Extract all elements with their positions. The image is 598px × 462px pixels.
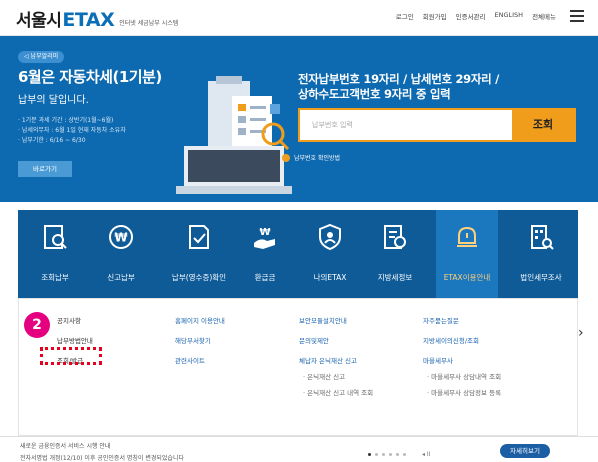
- main-nav: 조회납부 ₩ 신고납부 납부(영수증)확인 ₩ 환급금 나의ETAX 지방세정보…: [18, 210, 578, 298]
- submenu-payment-guide[interactable]: 납부방법안내: [57, 335, 93, 345]
- nav-item-etax-guide[interactable]: ETAX이용안내: [436, 210, 498, 298]
- submenu-advisor-history[interactable]: · 마을세무사 상담내역 조회: [427, 371, 501, 381]
- step-badge: 2: [24, 312, 50, 338]
- notice-badge: ◁ 납부알리미: [18, 51, 65, 63]
- certificate-link[interactable]: 인증서관리: [456, 11, 486, 21]
- submenu-village-tax-advisor[interactable]: 마을세무사: [423, 355, 453, 365]
- receipt-check-icon: [189, 225, 209, 249]
- nav-item-receipt-check[interactable]: 납부(영수증)확인: [168, 210, 230, 298]
- nav-label: 지방세정보: [377, 273, 413, 282]
- nav-item-report-payment[interactable]: ₩ 신고납부: [90, 210, 152, 298]
- nav-item-refund[interactable]: ₩ 환급금: [234, 210, 296, 298]
- hero-subtitle: 납부의 달입니다.: [18, 95, 89, 106]
- nav-item-local-tax-info[interactable]: 지방세정보: [364, 210, 426, 298]
- hero-info-period: · 1기분 과세 기간 : 상반기(1월~6월): [18, 117, 114, 124]
- hero-info-deadline: · 납부기한 : 6/16 ~ 6/30: [18, 137, 86, 144]
- submenu-security-module[interactable]: 보안모듈설치안내: [299, 315, 347, 325]
- question-icon: [282, 153, 290, 162]
- search-document-icon: [44, 225, 67, 249]
- go-button[interactable]: 바로가기: [18, 161, 72, 177]
- submenu-find-department[interactable]: 해당부서찾기: [175, 335, 211, 345]
- payment-heading-line2: 상하수도고객번호 9자리 중 입력: [298, 87, 451, 101]
- submenu-hidden-asset-history[interactable]: · 은닉재산 신고 내역 조회: [303, 387, 373, 397]
- payment-heading: 전자납부번호 19자리 / 납세번호 29자리 / 상하수도고객번호 9자리 중…: [298, 72, 499, 102]
- submenu-hidden-asset-report[interactable]: 체납자 은닉재산 신고: [299, 355, 357, 365]
- submenu-hidden-asset-file[interactable]: · 은닉재산 신고: [303, 371, 345, 381]
- nav-label: 조회납부: [41, 273, 69, 282]
- submenu-homepage-guide[interactable]: 홈페이지 이용안내: [175, 315, 225, 325]
- next-arrow-icon[interactable]: ›: [578, 325, 584, 341]
- megaphone-icon: ◁: [24, 53, 29, 60]
- hero-banner: ◁ 납부알리미 6월은 자동차세(1기분) 납부의 달입니다. · 1기분 과세…: [0, 36, 598, 202]
- won-coin-icon: ₩: [109, 225, 133, 249]
- payment-search-button[interactable]: 조회: [512, 110, 574, 140]
- nav-label: ETAX이용안내: [443, 273, 491, 282]
- etax-guide-submenu: 공지사항 납부방법안내 조회/발급 홈페이지 이용안내 해당부서찾기 관련사이트…: [18, 298, 578, 436]
- payment-search-box: 납부번호 입력 조회: [298, 108, 576, 142]
- submenu-faq[interactable]: 자주묻는질문: [423, 315, 459, 325]
- english-link[interactable]: ENGLISH: [495, 11, 524, 21]
- submenu-related-sites[interactable]: 관련사이트: [175, 355, 205, 365]
- nav-label: 법인세무조사: [520, 273, 562, 282]
- building-search-icon: [531, 225, 554, 250]
- signup-link[interactable]: 회원가입: [423, 11, 447, 21]
- logo-main-text: 서울시: [16, 11, 62, 31]
- nav-label: 신고납부: [107, 273, 135, 282]
- nav-item-lookup-payment[interactable]: 조회납부: [24, 210, 86, 298]
- laptop-tax-illustration-icon: [176, 76, 292, 194]
- submenu-objection[interactable]: 지방세이의신청/조회: [423, 335, 479, 345]
- logo-etax-text: ETAX: [62, 9, 115, 31]
- nav-label: 납부(영수증)확인: [171, 273, 227, 282]
- slide-pager-icon[interactable]: ◂ II: [422, 451, 430, 458]
- site-logo[interactable]: 서울시 ETAX 인터넷 세금납부 시스템: [16, 6, 178, 31]
- payment-heading-line1: 전자납부번호 19자리 / 납세번호 29자리 /: [298, 72, 500, 86]
- slide-dots[interactable]: [368, 453, 406, 456]
- logo-subtitle: 인터넷 세금납부 시스템: [119, 20, 179, 27]
- nav-item-my-etax[interactable]: 나의ETAX: [299, 210, 361, 298]
- nav-label: 나의ETAX: [313, 273, 347, 282]
- refund-hand-icon: ₩: [254, 227, 275, 249]
- svg-text:₩: ₩: [259, 227, 270, 238]
- footer-notice-line1[interactable]: 새로운 금융인증서 서비스 시행 안내: [20, 441, 110, 450]
- payment-number-help-link[interactable]: 납부번호 확인방법: [282, 153, 340, 162]
- top-header: 서울시 ETAX 인터넷 세금납부 시스템 로그인 회원가입 인증서관리 ENG…: [0, 0, 598, 36]
- hero-title: 6월은 자동차세(1기분): [18, 68, 162, 86]
- submenu-inquiry[interactable]: 문의및제안: [299, 335, 329, 345]
- login-link[interactable]: 로그인: [396, 11, 414, 21]
- nav-item-corporate-audit[interactable]: 법인세무조사: [510, 210, 572, 298]
- submenu-advisor-register[interactable]: · 마을세무사 상담정보 등록: [427, 387, 501, 397]
- hamburger-menu-icon[interactable]: [570, 10, 584, 22]
- svg-text:₩: ₩: [114, 231, 128, 245]
- page: 서울시 ETAX 인터넷 세금납부 시스템 로그인 회원가입 인증서관리 ENG…: [0, 0, 598, 462]
- payment-number-help-label: 납부번호 확인방법: [294, 155, 341, 162]
- top-links: 로그인 회원가입 인증서관리 ENGLISH 전체메뉴: [396, 11, 556, 21]
- hero-info-list: · 1기분 과세 기간 : 상반기(1월~6월) · 납세의무자 : 6월 1일…: [18, 116, 126, 146]
- hero-info-taxpayer: · 납세의무자 : 6월 1일 현재 자동차 소유자: [18, 127, 126, 134]
- all-menu-link[interactable]: 전체메뉴: [532, 11, 556, 21]
- info-document-icon: [384, 225, 406, 249]
- notice-badge-label: 납부알리미: [30, 53, 59, 60]
- highlight-box: [40, 347, 102, 365]
- nav-label: 환급금: [254, 273, 276, 282]
- more-details-button[interactable]: 자세히보기: [500, 444, 550, 458]
- payment-number-input[interactable]: 납부번호 입력: [300, 110, 512, 140]
- alert-bell-icon: [457, 226, 477, 247]
- footer-notice-line2[interactable]: 전자서명법 개정(12/10) 이후 공인인증서 명칭이 변경되었습니다: [20, 453, 184, 462]
- submenu-notice[interactable]: 공지사항: [57, 315, 81, 325]
- user-id-icon: [319, 223, 341, 251]
